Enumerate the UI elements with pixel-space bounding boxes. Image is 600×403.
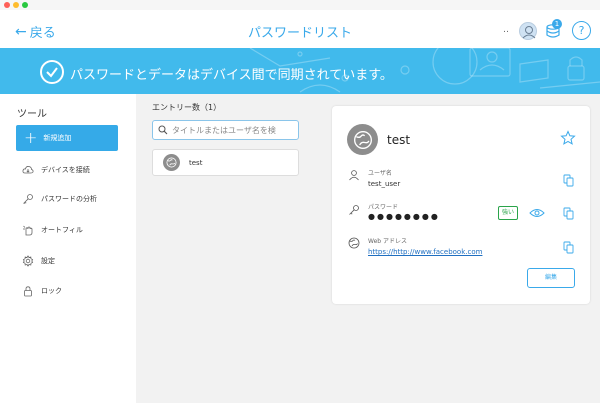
web-address-label: Web アドレス — [368, 238, 407, 245]
close-window-button[interactable] — [4, 2, 10, 8]
username-label: ユーザ名 — [368, 170, 392, 177]
user-avatar-icon — [522, 26, 536, 39]
tools-sidebar: ツール + 新規追加 デバイスを接続 パスワードの分析 オートフィル 設定 ロッ… — [0, 94, 136, 403]
search-icon — [158, 125, 168, 135]
sidebar-item-settings[interactable]: 設定 — [22, 253, 55, 269]
sidebar-item-lock[interactable]: ロック — [22, 283, 62, 299]
gear-icon — [22, 255, 34, 267]
sidebar-heading: ツール — [17, 109, 47, 120]
help-button[interactable]: ? — [572, 21, 591, 40]
search-box[interactable] — [152, 120, 299, 140]
minimize-window-button[interactable] — [13, 2, 19, 8]
favorite-star-icon[interactable] — [560, 130, 576, 146]
strength-badge: 強い — [498, 206, 518, 220]
search-input[interactable] — [172, 125, 296, 135]
username-value: test_user — [368, 180, 401, 188]
add-new-label: 新規追加 — [43, 134, 72, 142]
web-globe-icon — [348, 237, 360, 249]
banner-message: パスワードとデータはデバイス間で同期されています。 — [70, 68, 393, 83]
avatar[interactable] — [519, 22, 537, 40]
zoom-window-button[interactable] — [22, 2, 28, 8]
web-address-link[interactable]: https://http://www.facebook.com — [368, 248, 482, 256]
password-value: ●●●●●●●● — [368, 212, 440, 221]
sidebar-item-label: オートフィル — [41, 226, 83, 234]
sidebar-item-label: パスワードの分析 — [41, 195, 97, 203]
sync-status-banner: パスワードとデータはデバイス間で同期されています。 — [0, 48, 600, 94]
check-circle-icon — [40, 60, 64, 84]
sidebar-item-label: ロック — [41, 287, 62, 295]
more-indicator: ‥ — [503, 25, 511, 35]
copy-username-icon[interactable] — [563, 174, 574, 187]
entry-count-label: エントリー数（1） — [152, 103, 222, 112]
list-item[interactable]: test — [152, 149, 299, 176]
autofill-icon — [23, 225, 33, 236]
user-icon — [349, 170, 359, 181]
edit-button[interactable]: 編集 — [527, 268, 575, 288]
password-label: パスワード — [368, 204, 399, 211]
copy-url-icon[interactable] — [563, 241, 574, 254]
add-new-button[interactable]: + 新規追加 — [16, 125, 118, 151]
sidebar-item-connect-device[interactable]: デバイスを接続 — [22, 162, 90, 178]
entry-detail-title: test — [387, 133, 411, 147]
sidebar-item-password-analysis[interactable]: パスワードの分析 — [22, 191, 97, 207]
entry-detail-card: test ユーザ名 test_user パスワード ●●●●●●●● 強い We… — [332, 106, 590, 304]
app-header: ← 戻る パスワードリスト ‥ 1 ? — [0, 10, 600, 48]
sidebar-item-autofill[interactable]: オートフィル — [22, 222, 83, 238]
window-titlebar — [0, 0, 600, 10]
sidebar-item-label: 設定 — [41, 257, 55, 265]
lock-icon — [24, 286, 32, 297]
entry-title: test — [189, 158, 203, 167]
cloud-icon — [22, 166, 34, 174]
sidebar-item-label: デバイスを接続 — [41, 166, 90, 174]
globe-icon — [347, 124, 378, 155]
key-icon — [349, 205, 359, 215]
copy-password-icon[interactable] — [563, 207, 574, 220]
key-icon — [23, 194, 33, 204]
plus-icon: + — [24, 128, 38, 147]
globe-icon — [163, 154, 180, 171]
eye-icon[interactable] — [529, 207, 545, 219]
sync-count-badge: 1 — [552, 19, 562, 29]
